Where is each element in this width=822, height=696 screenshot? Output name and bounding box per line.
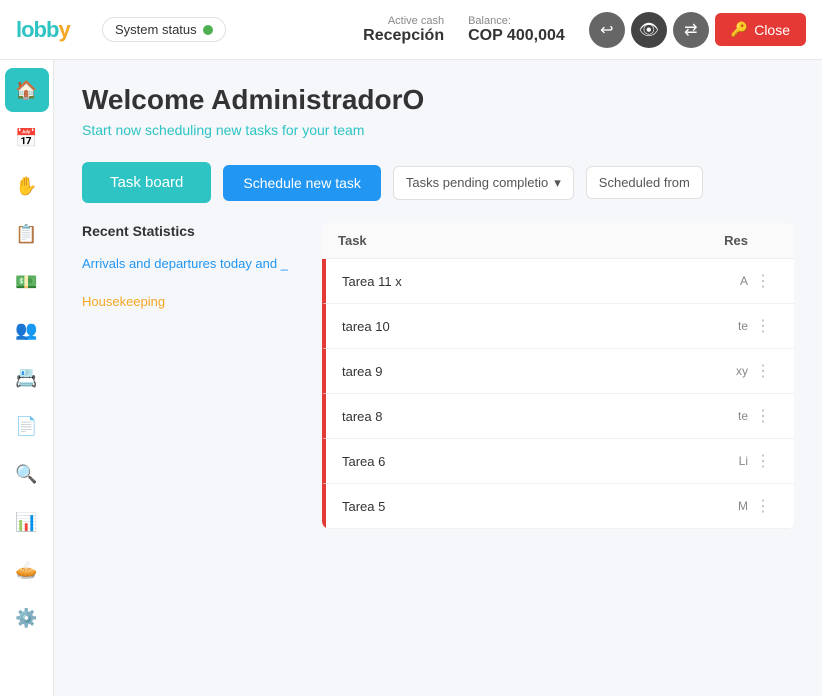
balance-info: Balance: COP 400,004 bbox=[468, 15, 565, 45]
sidebar-item-reports[interactable]: 📄 bbox=[5, 404, 49, 448]
stat-housekeeping-label: Housekeeping bbox=[82, 293, 302, 311]
sidebar-item-guests[interactable]: 👥 bbox=[5, 308, 49, 352]
task-board-button[interactable]: Task board bbox=[82, 162, 211, 203]
task-row[interactable]: Tarea 6 Li ⋮ bbox=[322, 439, 794, 484]
transfer-button[interactable]: ⇄ bbox=[673, 12, 709, 48]
task-row[interactable]: tarea 10 te ⋮ bbox=[322, 304, 794, 349]
content-area: Recent Statistics Arrivals and departure… bbox=[82, 223, 794, 529]
task-name: Tarea 5 bbox=[342, 499, 688, 514]
balance-label: Balance: bbox=[468, 15, 511, 27]
left-panel: Recent Statistics Arrivals and departure… bbox=[82, 223, 302, 529]
welcome-title: Welcome AdministradorO bbox=[82, 84, 794, 116]
header: lobby System status Active cash Recepció… bbox=[0, 0, 822, 60]
status-dot-icon bbox=[203, 25, 213, 35]
task-name: tarea 10 bbox=[342, 319, 688, 334]
stat-arrivals[interactable]: Arrivals and departures today and _ bbox=[82, 255, 302, 273]
task-menu-icon[interactable]: ⋮ bbox=[748, 496, 778, 516]
task-menu-icon[interactable]: ⋮ bbox=[748, 406, 778, 426]
task-assignee: xy bbox=[688, 364, 748, 378]
header-icons: ↩ 👁 ⇄ 🔑 Close bbox=[589, 12, 806, 48]
active-cash-info: Active cash Recepción bbox=[363, 15, 444, 45]
task-table-header: Task Res bbox=[322, 223, 794, 259]
task-name: Tarea 11 x bbox=[342, 274, 688, 289]
tasks-pending-dropdown[interactable]: Tasks pending completio ▾ bbox=[393, 166, 574, 200]
active-cash-label: Active cash bbox=[388, 15, 444, 27]
sidebar: 🏠 📅 ✋ 📋 💵 👥 📇 📄 🔍 📊 🥧 ⚙️ bbox=[0, 60, 54, 696]
balance-value: COP 400,004 bbox=[468, 27, 565, 45]
sidebar-item-calendar[interactable]: 📅 bbox=[5, 116, 49, 160]
logo: lobby bbox=[16, 17, 86, 43]
task-row[interactable]: tarea 9 xy ⋮ bbox=[322, 349, 794, 394]
task-row[interactable]: Tarea 5 M ⋮ bbox=[322, 484, 794, 529]
view-button[interactable]: 👁 bbox=[631, 12, 667, 48]
stat-arrivals-label: Arrivals and departures today and _ bbox=[82, 255, 302, 273]
active-cash-value: Recepción bbox=[363, 27, 444, 45]
tasks-pending-label: Tasks pending completio bbox=[406, 175, 548, 190]
task-assignee: te bbox=[688, 409, 748, 423]
task-assignee: Li bbox=[688, 454, 748, 468]
welcome-subtitle: Start now scheduling new tasks for your … bbox=[82, 122, 794, 138]
task-name: tarea 9 bbox=[342, 364, 688, 379]
task-menu-icon[interactable]: ⋮ bbox=[748, 361, 778, 381]
task-row[interactable]: tarea 8 te ⋮ bbox=[322, 394, 794, 439]
sidebar-item-home[interactable]: 🏠 bbox=[5, 68, 49, 112]
sidebar-item-cash[interactable]: 💵 bbox=[5, 260, 49, 304]
task-name: tarea 8 bbox=[342, 409, 688, 424]
task-header: Task board Schedule new task Tasks pendi… bbox=[82, 162, 794, 203]
system-status-button[interactable]: System status bbox=[102, 17, 226, 42]
recent-stats-title: Recent Statistics bbox=[82, 223, 302, 239]
task-assignee: A bbox=[688, 274, 748, 288]
schedule-new-button[interactable]: Schedule new task bbox=[223, 165, 381, 201]
layout: 🏠 📅 ✋ 📋 💵 👥 📇 📄 🔍 📊 🥧 ⚙️ Welcome Adminis… bbox=[0, 60, 822, 696]
close-button[interactable]: 🔑 Close bbox=[715, 13, 806, 46]
task-menu-icon[interactable]: ⋮ bbox=[748, 316, 778, 336]
col-res-header: Res bbox=[688, 233, 748, 248]
task-row[interactable]: Tarea 11 x A ⋮ bbox=[322, 259, 794, 304]
task-assignee: te bbox=[688, 319, 748, 333]
stat-housekeeping[interactable]: Housekeeping bbox=[82, 293, 302, 311]
sidebar-item-contacts[interactable]: 📇 bbox=[5, 356, 49, 400]
main-content: Welcome AdministradorO Start now schedul… bbox=[54, 60, 822, 696]
history-button[interactable]: ↩ bbox=[589, 12, 625, 48]
col-task-header: Task bbox=[338, 233, 688, 248]
sidebar-item-search[interactable]: 🔍 bbox=[5, 452, 49, 496]
sidebar-item-tasks[interactable]: ✋ bbox=[5, 164, 49, 208]
task-name: Tarea 6 bbox=[342, 454, 688, 469]
task-menu-icon[interactable]: ⋮ bbox=[748, 451, 778, 471]
scheduled-from-picker[interactable]: Scheduled from bbox=[586, 166, 703, 199]
task-assignee: M bbox=[688, 499, 748, 513]
sidebar-item-settings[interactable]: ⚙️ bbox=[5, 596, 49, 640]
system-status-label: System status bbox=[115, 22, 197, 37]
key-icon: 🔑 bbox=[731, 21, 748, 38]
sidebar-item-analytics[interactable]: 📊 bbox=[5, 500, 49, 544]
sidebar-item-pie[interactable]: 🥧 bbox=[5, 548, 49, 592]
task-menu-icon[interactable]: ⋮ bbox=[748, 271, 778, 291]
chevron-down-icon: ▾ bbox=[554, 175, 561, 191]
task-table: Task Res Tarea 11 x A ⋮ tarea 10 te ⋮ ta… bbox=[322, 223, 794, 529]
sidebar-item-list[interactable]: 📋 bbox=[5, 212, 49, 256]
